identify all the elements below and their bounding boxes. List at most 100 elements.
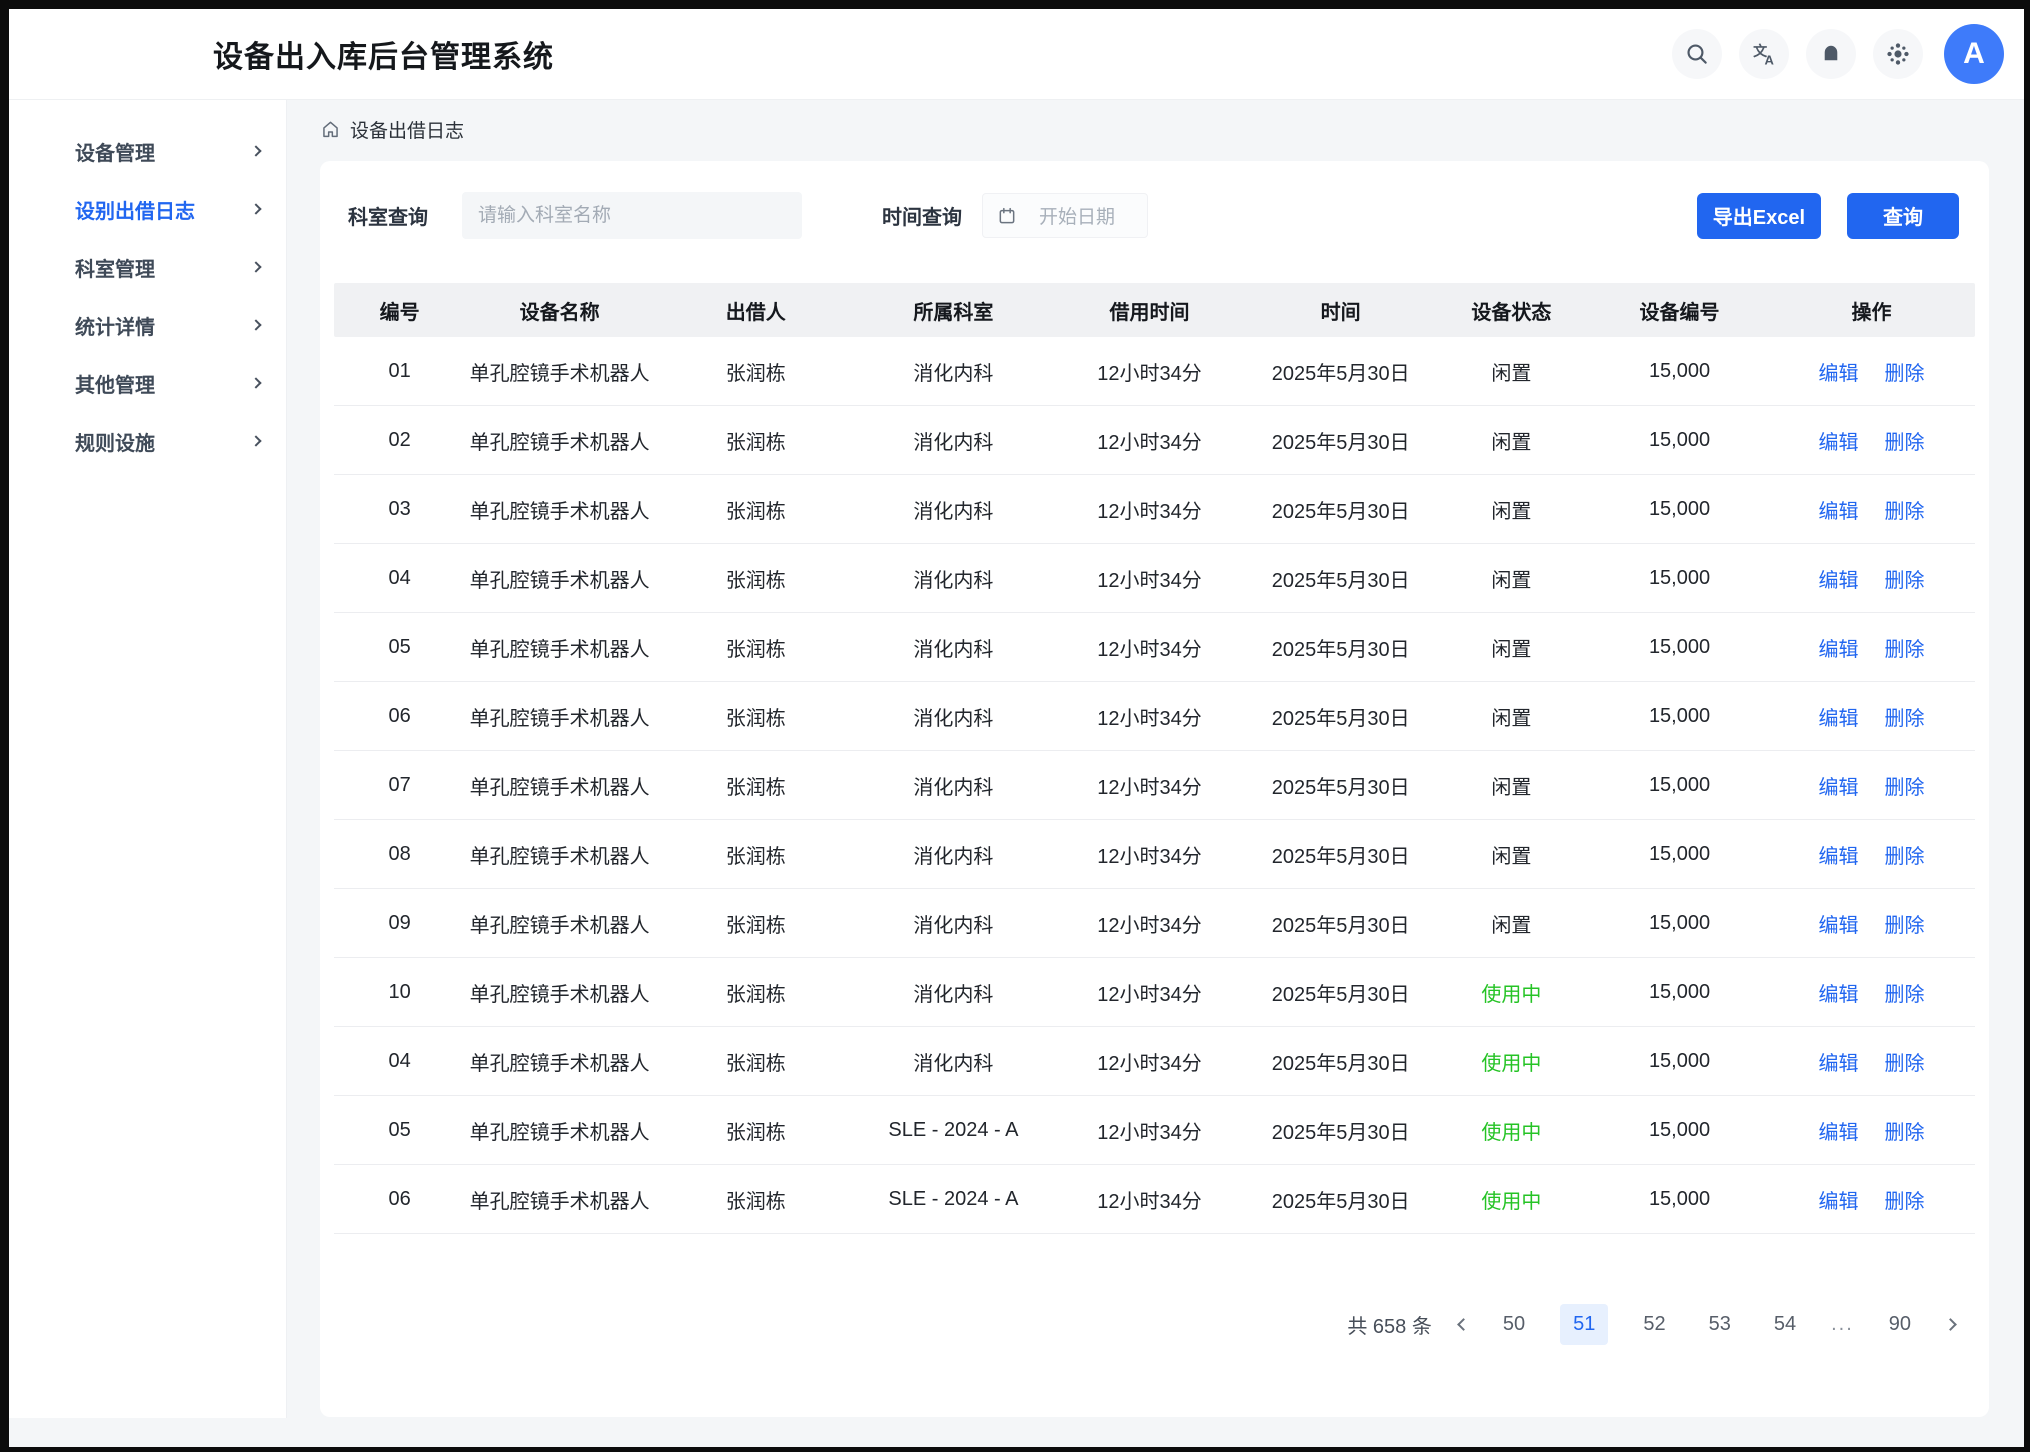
app-window: 设备出入库后台管理系统 文A — [9, 9, 2024, 1447]
cell-lender: 张润栋 — [654, 495, 857, 524]
cell-id: 05 — [334, 636, 465, 659]
delete-link[interactable]: 删除 — [1885, 984, 1925, 1006]
cell-date: 2025年5月30日 — [1250, 978, 1432, 1007]
cell-date: 2025年5月30日 — [1250, 633, 1432, 662]
pagination-page-90[interactable]: 90 — [1881, 1304, 1919, 1345]
delete-link[interactable]: 删除 — [1885, 1191, 1925, 1213]
status-badge: 使用中 — [1432, 1047, 1591, 1076]
edit-link[interactable]: 编辑 — [1819, 708, 1859, 730]
sidebar-item-2[interactable]: 科室管理 — [9, 238, 286, 296]
pagination-page-50[interactable]: 50 — [1495, 1304, 1533, 1345]
pagination-page-51[interactable]: 51 — [1560, 1304, 1608, 1345]
edit-link[interactable]: 编辑 — [1819, 915, 1859, 937]
delete-link[interactable]: 删除 — [1885, 1122, 1925, 1144]
breadcrumb[interactable]: 设备出借日志 — [320, 116, 464, 143]
edit-link[interactable]: 编辑 — [1819, 1191, 1859, 1213]
column-header: 出借人 — [654, 296, 857, 325]
notifications-button[interactable] — [1806, 29, 1856, 79]
brightness-icon — [1885, 41, 1911, 67]
table-row: 05单孔腔镜手术机器人张润栋SLE - 2024 - A12小时34分2025年… — [334, 1096, 1975, 1165]
delete-link[interactable]: 删除 — [1885, 639, 1925, 661]
delete-link[interactable]: 删除 — [1885, 570, 1925, 592]
cell-lender: 张润栋 — [654, 909, 857, 938]
edit-link[interactable]: 编辑 — [1819, 501, 1859, 523]
lending-log-table: 编号设备名称出借人所属科室借用时间时间设备状态设备编号操作 01单孔腔镜手术机器… — [334, 283, 1975, 1234]
cell-id: 04 — [334, 1050, 465, 1073]
status-badge: 使用中 — [1432, 1116, 1591, 1145]
cell-duration: 12小时34分 — [1049, 564, 1249, 593]
cell-id: 03 — [334, 498, 465, 521]
cell-actions: 编辑 删除 — [1768, 426, 1975, 455]
delete-link[interactable]: 删除 — [1885, 501, 1925, 523]
sidebar-item-4[interactable]: 其他管理 — [9, 354, 286, 412]
edit-link[interactable]: 编辑 — [1819, 1053, 1859, 1075]
delete-link[interactable]: 删除 — [1885, 432, 1925, 454]
sidebar-item-3[interactable]: 统计详情 — [9, 296, 286, 354]
edit-link[interactable]: 编辑 — [1819, 984, 1859, 1006]
dept-search-label: 科室查询 — [348, 201, 428, 230]
pagination-page-52[interactable]: 52 — [1635, 1304, 1673, 1345]
cell-duration: 12小时34分 — [1049, 357, 1249, 386]
sidebar-item-label: 设别出借日志 — [75, 195, 195, 224]
cell-name: 单孔腔镜手术机器人 — [465, 357, 654, 386]
cell-lender: 张润栋 — [654, 1185, 857, 1214]
translate-icon: 文A — [1751, 41, 1777, 67]
edit-link[interactable]: 编辑 — [1819, 846, 1859, 868]
cell-actions: 编辑 删除 — [1768, 564, 1975, 593]
topbar: 设备出入库后台管理系统 文A — [9, 9, 2024, 100]
cell-dept: 消化内科 — [857, 633, 1049, 662]
sidebar: 设备管理设别出借日志科室管理统计详情其他管理规则设施 — [9, 100, 287, 1418]
delete-link[interactable]: 删除 — [1885, 1053, 1925, 1075]
delete-link[interactable]: 删除 — [1885, 777, 1925, 799]
cell-code: 15,000 — [1591, 498, 1768, 521]
sidebar-menu: 设备管理设别出借日志科室管理统计详情其他管理规则设施 — [9, 122, 286, 470]
cell-dept: 消化内科 — [857, 426, 1049, 455]
search-button[interactable] — [1672, 29, 1722, 79]
cell-duration: 12小时34分 — [1049, 1116, 1249, 1145]
cell-dept: 消化内科 — [857, 357, 1049, 386]
cell-lender: 张润栋 — [654, 426, 857, 455]
edit-link[interactable]: 编辑 — [1819, 777, 1859, 799]
pagination: 共 658 条 5051525354...90 — [334, 1304, 1975, 1345]
cell-actions: 编辑 删除 — [1768, 357, 1975, 386]
cell-duration: 12小时34分 — [1049, 702, 1249, 731]
sidebar-item-1[interactable]: 设别出借日志 — [9, 180, 286, 238]
delete-link[interactable]: 删除 — [1885, 363, 1925, 385]
delete-link[interactable]: 删除 — [1885, 708, 1925, 730]
status-badge: 闲置 — [1432, 564, 1591, 593]
cell-date: 2025年5月30日 — [1250, 771, 1432, 800]
edit-link[interactable]: 编辑 — [1819, 432, 1859, 454]
table-row: 03单孔腔镜手术机器人张润栋消化内科12小时34分2025年5月30日闲置15,… — [334, 475, 1975, 544]
delete-link[interactable]: 删除 — [1885, 846, 1925, 868]
theme-button[interactable] — [1873, 29, 1923, 79]
sidebar-item-0[interactable]: 设备管理 — [9, 122, 286, 180]
start-date-picker[interactable]: 开始日期 — [982, 193, 1148, 238]
pagination-prev-icon[interactable] — [1457, 1318, 1470, 1331]
edit-link[interactable]: 编辑 — [1819, 639, 1859, 661]
cell-actions: 编辑 删除 — [1768, 1185, 1975, 1214]
pagination-next-icon[interactable] — [1944, 1318, 1957, 1331]
edit-link[interactable]: 编辑 — [1819, 1122, 1859, 1144]
main-content: 设备出借日志 科室查询 时间查询 开始日期 导出Excel — [287, 100, 2024, 1418]
cell-id: 04 — [334, 567, 465, 590]
cell-code: 15,000 — [1591, 912, 1768, 935]
cell-date: 2025年5月30日 — [1250, 909, 1432, 938]
calendar-icon — [997, 206, 1017, 226]
status-badge: 闲置 — [1432, 771, 1591, 800]
status-badge: 闲置 — [1432, 426, 1591, 455]
cell-lender: 张润栋 — [654, 633, 857, 662]
sidebar-item-5[interactable]: 规则设施 — [9, 412, 286, 470]
search-query-button[interactable]: 查询 — [1847, 193, 1959, 239]
language-button[interactable]: 文A — [1739, 29, 1789, 79]
delete-link[interactable]: 删除 — [1885, 915, 1925, 937]
pagination-page-54[interactable]: 54 — [1766, 1304, 1804, 1345]
edit-link[interactable]: 编辑 — [1819, 570, 1859, 592]
user-avatar[interactable]: A — [1944, 24, 2004, 84]
cell-actions: 编辑 删除 — [1768, 978, 1975, 1007]
app-title: 设备出入库后台管理系统 — [213, 32, 554, 76]
pagination-page-53[interactable]: 53 — [1701, 1304, 1739, 1345]
cell-lender: 张润栋 — [654, 357, 857, 386]
dept-search-input[interactable] — [462, 192, 802, 239]
edit-link[interactable]: 编辑 — [1819, 363, 1859, 385]
export-excel-button[interactable]: 导出Excel — [1697, 193, 1821, 239]
